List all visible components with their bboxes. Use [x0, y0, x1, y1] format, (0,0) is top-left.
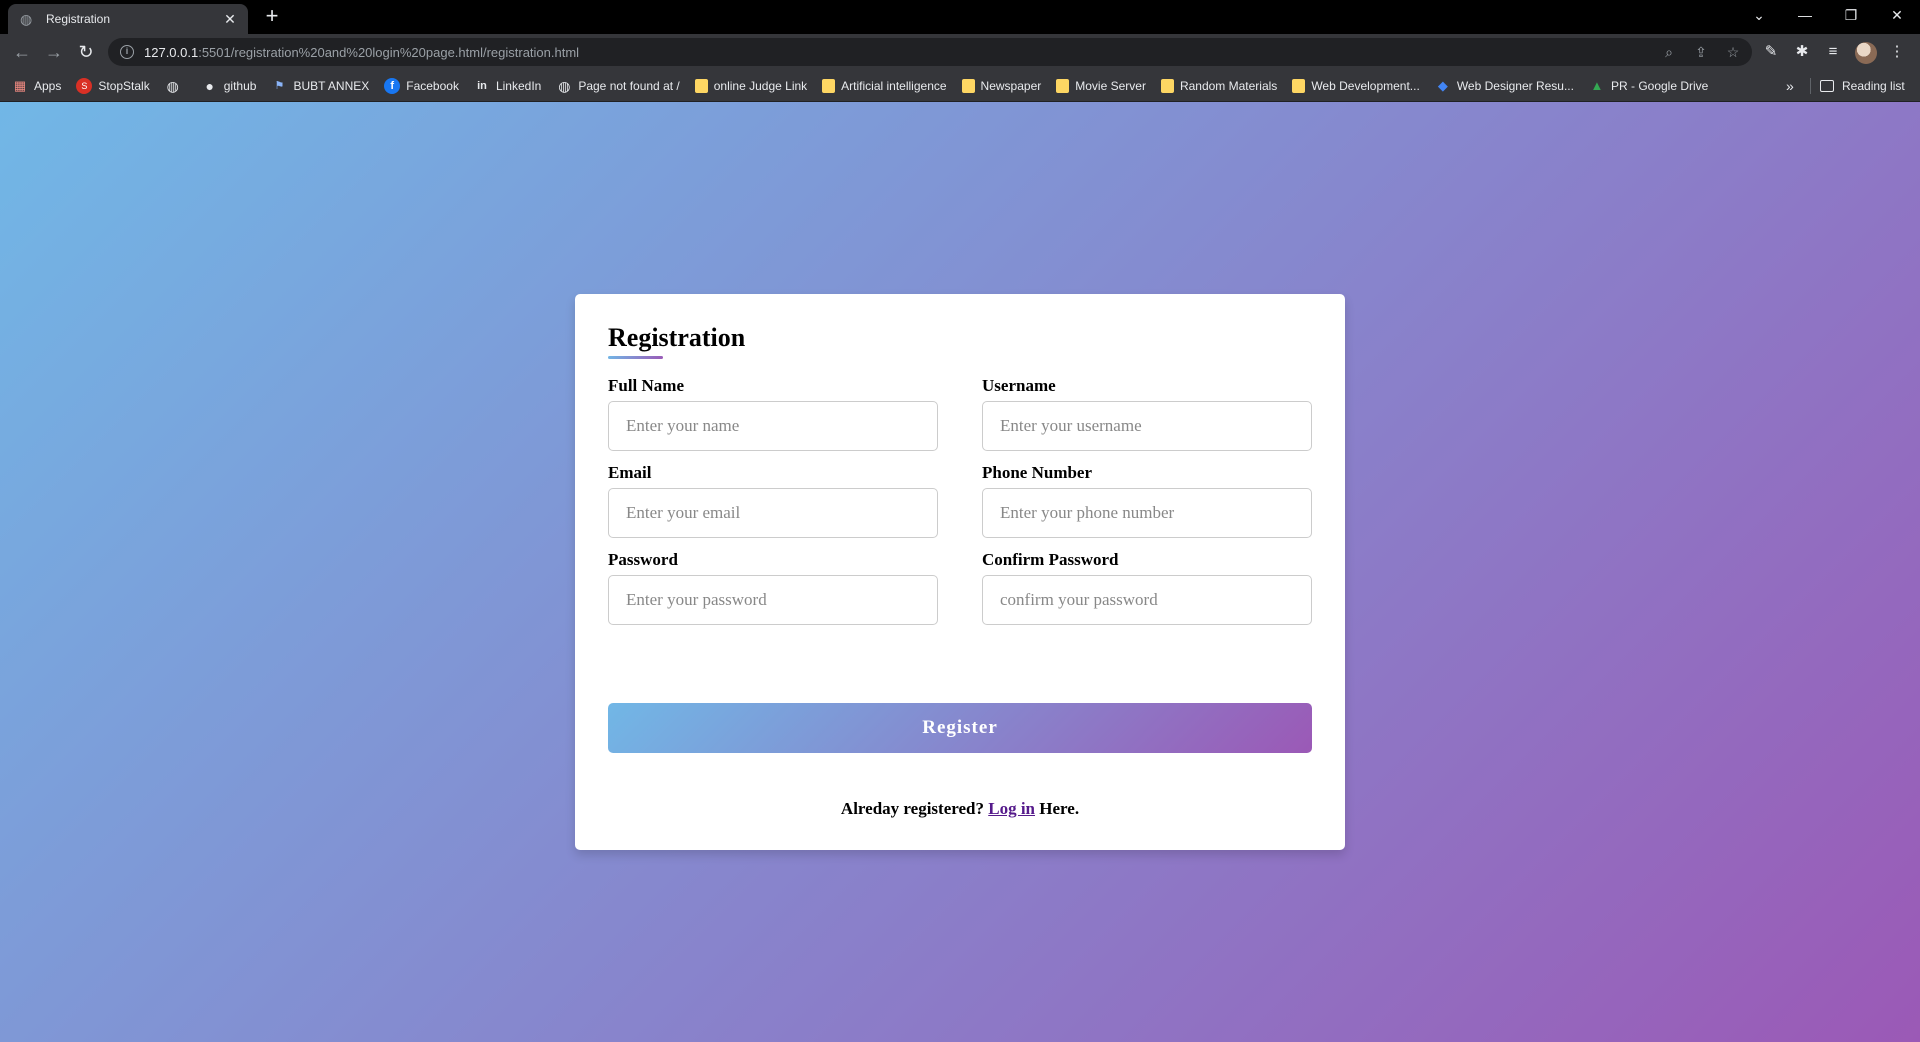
- bookmark-github[interactable]: ● github: [202, 78, 257, 94]
- phone-input[interactable]: [982, 488, 1312, 538]
- site-info-icon[interactable]: i: [120, 45, 134, 59]
- password-input[interactable]: [608, 575, 938, 625]
- web-designer-icon: ◆: [1437, 77, 1448, 93]
- form-fields: Full Name Username Email Phone Number Pa…: [608, 374, 1312, 625]
- forward-icon[interactable]: →: [42, 40, 66, 64]
- login-link[interactable]: Log in: [988, 799, 1035, 818]
- extensions-puzzle-icon[interactable]: ✱: [1791, 41, 1813, 63]
- bookmark-online-judge[interactable]: online Judge Link: [694, 78, 807, 93]
- password-label: Password: [608, 550, 678, 569]
- email-field: Email: [608, 461, 938, 538]
- tab-registration[interactable]: ◍ Registration ✕: [8, 4, 248, 34]
- folder-icon: [961, 78, 975, 93]
- username-input[interactable]: [982, 401, 1312, 451]
- password-field: Password: [608, 548, 938, 625]
- page-title: Registration: [608, 319, 745, 359]
- menu-kebab-icon[interactable]: ⋮: [1886, 41, 1908, 63]
- folder-icon: [694, 78, 708, 93]
- bookmark-page-not-found[interactable]: ◍ Page not found at /: [556, 77, 680, 94]
- confirm-password-input[interactable]: [982, 575, 1312, 625]
- username-field: Username: [982, 374, 1312, 451]
- bookmark-facebook[interactable]: f Facebook: [384, 77, 459, 94]
- extension-pen-icon[interactable]: ✎: [1760, 41, 1782, 63]
- window-close-icon[interactable]: ✕: [1874, 0, 1920, 30]
- bookmarks-bar: ▦ Apps S StopStalk ◍ ● github ⚑ BUBT ANNEX f…: [0, 70, 1920, 102]
- tab-title: Registration: [46, 12, 111, 26]
- register-button[interactable]: Register: [608, 703, 1312, 753]
- bookmarks-overflow-icon[interactable]: »: [1786, 70, 1794, 102]
- username-label: Username: [982, 376, 1056, 395]
- bookmark-linkedin[interactable]: in LinkedIn: [474, 78, 541, 94]
- share-icon[interactable]: ⇪: [1692, 44, 1710, 61]
- email-label: Email: [608, 463, 652, 482]
- bookmark-stopstalk[interactable]: S StopStalk: [76, 77, 150, 94]
- login-prompt: Alreday registered? Log in Here.: [575, 799, 1345, 819]
- tab-strip: ◍ Registration ✕ + ⌄ — ❐ ✕: [0, 0, 1920, 34]
- address-bar[interactable]: i 127.0.0.1:5501/registration%20and%20lo…: [108, 38, 1752, 66]
- apps-icon: ▦: [13, 77, 27, 93]
- reading-list-icon: [1820, 80, 1834, 92]
- browser-toolbar: ← → ↻ i 127.0.0.1:5501/registration%20an…: [0, 34, 1920, 70]
- bookmark-bubt-annex[interactable]: ⚑ BUBT ANNEX: [271, 78, 370, 94]
- login-suffix: Here.: [1039, 799, 1080, 818]
- email-input[interactable]: [608, 488, 938, 538]
- close-icon[interactable]: ✕: [222, 11, 238, 28]
- bookmark-newspaper[interactable]: Newspaper: [961, 78, 1041, 93]
- folder-icon: [822, 78, 836, 93]
- confirm-password-field: Confirm Password: [982, 548, 1312, 625]
- url-host: 127.0.0.1: [144, 44, 199, 60]
- facebook-icon: f: [384, 77, 401, 94]
- bookmark-ai[interactable]: Artificial intelligence: [822, 78, 947, 93]
- zoom-icon[interactable]: ⌕: [1660, 44, 1678, 61]
- bookmarks-divider: [1810, 78, 1811, 94]
- full-name-field: Full Name: [608, 374, 938, 451]
- full-name-label: Full Name: [608, 376, 685, 395]
- profile-avatar[interactable]: [1855, 42, 1877, 64]
- linkedin-icon: in: [477, 79, 487, 92]
- google-drive-icon: ▲: [1590, 77, 1604, 93]
- full-name-input[interactable]: [608, 401, 938, 451]
- url-path: :5501/registration%20and%20login%20page.…: [198, 44, 580, 60]
- media-queue-icon[interactable]: ≡: [1822, 41, 1844, 63]
- folder-icon: [1056, 78, 1070, 93]
- globe-icon: ◍: [558, 77, 571, 94]
- registration-card: Registration Full Name Username Email Ph…: [575, 294, 1345, 850]
- login-prefix: Alreday registered?: [840, 799, 984, 818]
- globe-icon: ◍: [166, 77, 179, 94]
- folder-icon: [1160, 78, 1174, 93]
- bookmark-random-materials[interactable]: Random Materials: [1160, 78, 1277, 93]
- bookmark-web-designer[interactable]: ◆ Web Designer Resu...: [1435, 78, 1574, 94]
- tab-search-icon[interactable]: ⌄: [1736, 0, 1782, 30]
- folder-icon: [1292, 78, 1306, 93]
- bookmark-apps[interactable]: ▦ Apps: [12, 77, 62, 94]
- new-tab-button[interactable]: +: [260, 5, 284, 29]
- stopstalk-icon: S: [76, 77, 93, 94]
- reading-list-button[interactable]: Reading list: [1820, 70, 1905, 102]
- bookmark-globe[interactable]: ◍: [165, 78, 187, 94]
- page-viewport: Registration Full Name Username Email Ph…: [0, 102, 1920, 1042]
- bookmark-movie-server[interactable]: Movie Server: [1056, 78, 1146, 93]
- bookmark-star-icon[interactable]: ☆: [1724, 44, 1742, 61]
- reload-icon[interactable]: ↻: [74, 40, 98, 64]
- minimize-icon[interactable]: —: [1782, 0, 1828, 30]
- back-icon[interactable]: ←: [10, 40, 34, 64]
- bubt-icon: ⚑: [274, 79, 285, 92]
- phone-label: Phone Number: [982, 463, 1093, 482]
- restore-icon[interactable]: ❐: [1828, 0, 1874, 30]
- confirm-password-label: Confirm Password: [982, 550, 1119, 569]
- globe-icon: ◍: [20, 11, 33, 27]
- github-icon: ●: [205, 77, 214, 94]
- bookmark-web-development[interactable]: Web Development...: [1292, 78, 1420, 93]
- bookmark-google-drive[interactable]: ▲ PR - Google Drive: [1589, 77, 1709, 94]
- phone-field: Phone Number: [982, 461, 1312, 538]
